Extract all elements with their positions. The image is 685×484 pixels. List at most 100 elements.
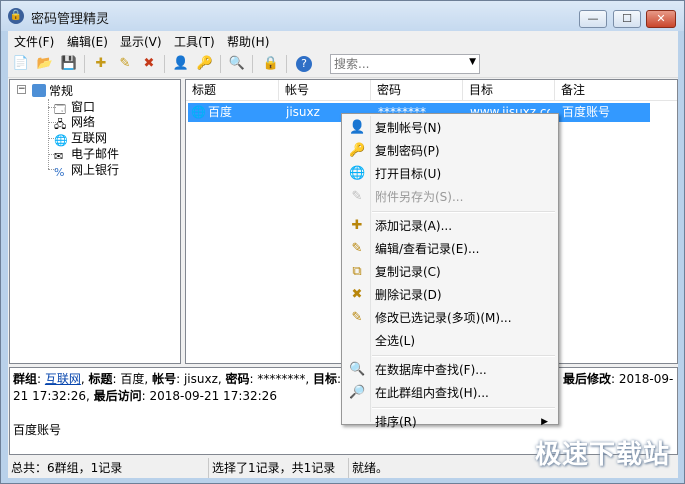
context-menu-label: 复制密码(P)	[375, 144, 440, 158]
globe-icon: 🌐	[349, 166, 366, 181]
menu-file[interactable]: 文件(F)	[14, 33, 54, 50]
menu-separator	[372, 407, 555, 409]
copy-password-icon[interactable]: 🔑	[196, 55, 214, 73]
minimize-button[interactable]: —	[579, 10, 607, 28]
title-label: 标题	[88, 372, 113, 386]
account-label: 帐号	[152, 372, 177, 386]
group-tree: − 常规 🗔 窗口 🖧 网络 🌐 互联网 ✉ 电子邮件 % 网上银行	[9, 79, 181, 364]
close-button[interactable]: ✕	[646, 10, 676, 28]
submenu-arrow-icon: ▶	[541, 417, 548, 427]
context-menu-item[interactable]: ✎ 编辑/查看记录(E)...	[344, 238, 556, 260]
context-menu-item[interactable]: 全选(L)	[344, 330, 556, 352]
list-header: 标题 帐号 密码 目标 备注	[186, 80, 677, 101]
tree-node-network[interactable]: 🖧 网络	[54, 113, 95, 131]
key-delete-icon: ✖	[351, 287, 363, 302]
paperclip-icon: ✎	[351, 189, 363, 204]
context-menu-item[interactable]: ⧉ 复制记录(C)	[344, 261, 556, 283]
context-menu-label: 复制记录(C)	[375, 265, 441, 279]
tree-node-label: 常规	[49, 84, 74, 98]
context-menu-label: 在此群组内查找(H)...	[375, 386, 489, 400]
context-menu-item[interactable]: 🔍 在数据库中查找(F)...	[344, 359, 556, 381]
tree-node-root[interactable]: 常规	[32, 82, 73, 99]
context-menu-label: 添加记录(A)...	[375, 219, 453, 233]
add-entry-icon[interactable]: ✚	[92, 55, 110, 73]
tree-collapse-toggle[interactable]: −	[17, 85, 26, 94]
edit-entry-icon[interactable]: ✎	[116, 55, 134, 73]
lock-app-icon: 🔒	[8, 8, 24, 24]
menu-bar: 文件(F) 编辑(E) 显示(V) 工具(T) 帮助(H)	[8, 31, 678, 51]
menu-edit[interactable]: 编辑(E)	[67, 33, 108, 50]
toolbar: 📄 📂 💾 ✚ ✎ ✖ 👤 🔑 🔍 🔒 ? ▼	[8, 51, 678, 78]
context-menu-item[interactable]: 排序(R) ▶	[344, 411, 556, 433]
search-icon: 🔍	[349, 362, 366, 377]
menu-view[interactable]: 显示(V)	[120, 33, 162, 50]
last-modified-value-cont: 21 17:32:26	[13, 389, 86, 403]
context-menu-item[interactable]: 👤 复制帐号(N)	[344, 117, 556, 139]
column-note[interactable]: 备注	[555, 80, 677, 100]
search-page-icon: 🔎	[349, 385, 366, 400]
context-menu-item[interactable]: ✎ 修改已选记录(多项)(M)...	[344, 307, 556, 329]
status-selected: 选择了1记录，共1记录	[209, 458, 349, 478]
context-menu-label: 编辑/查看记录(E)...	[375, 242, 480, 256]
find-icon[interactable]: 🔍	[228, 55, 246, 73]
row-title: 百度	[208, 105, 233, 119]
tree-node-label: 网上银行	[71, 163, 120, 177]
context-menu-label: 附件另存为(S)...	[375, 190, 464, 204]
last-access-value: 2018-09-21 17:32:26	[149, 389, 277, 403]
column-password[interactable]: 密码	[371, 80, 463, 100]
last-modified-value: 2018-09-	[618, 372, 674, 386]
search-box[interactable]: ▼	[330, 54, 480, 74]
context-menu-item[interactable]: 🔎 在此群组内查找(H)...	[344, 382, 556, 404]
account-value: jisuxz	[183, 372, 218, 386]
watermark: 极速下载站	[534, 440, 670, 470]
toolbar-separator	[220, 55, 221, 73]
menu-tools[interactable]: 工具(T)	[174, 33, 215, 50]
toolbar-separator	[286, 55, 287, 73]
title-value: 百度	[120, 372, 145, 386]
password-label: 密码	[225, 372, 250, 386]
last-modified-label: 最后修改	[563, 372, 612, 386]
key-multi-icon: ✎	[351, 310, 363, 325]
tree-node-bank[interactable]: % 网上银行	[54, 161, 119, 179]
maximize-button[interactable]: ☐	[613, 10, 641, 28]
tree-node-label: 窗口	[71, 100, 96, 114]
lock-icon[interactable]: 🔒	[262, 55, 280, 73]
context-menu-label: 排序(R)	[375, 415, 417, 429]
window-title: 密码管理精灵	[31, 12, 110, 27]
column-account[interactable]: 帐号	[279, 80, 371, 100]
target-label: 目标	[313, 372, 338, 386]
context-menu-item[interactable]: ✚ 添加记录(A)...	[344, 215, 556, 237]
column-title[interactable]: 标题	[186, 80, 279, 100]
context-menu-item[interactable]: 🌐 打开目标(U)	[344, 163, 556, 185]
menu-help[interactable]: 帮助(H)	[227, 33, 269, 50]
context-menu-label: 在数据库中查找(F)...	[375, 363, 487, 377]
context-menu-item[interactable]: ✎ 附件另存为(S)...	[344, 186, 556, 208]
chevron-down-icon[interactable]: ▼	[469, 57, 476, 67]
last-modified: 最后修改: 2018-09-	[563, 372, 674, 386]
context-menu-label: 复制帐号(N)	[375, 121, 442, 135]
context-menu-label: 打开目标(U)	[375, 167, 442, 181]
key-edit-icon: ✎	[351, 241, 363, 256]
new-file-icon[interactable]: 📄	[12, 55, 30, 73]
context-menu-label: 修改已选记录(多项)(M)...	[375, 311, 512, 325]
context-menu-label: 删除记录(D)	[375, 288, 442, 302]
context-menu-item[interactable]: 🔑 复制密码(P)	[344, 140, 556, 162]
save-icon[interactable]: 💾	[60, 55, 78, 73]
context-menu-item[interactable]: ✖ 删除记录(D)	[344, 284, 556, 306]
network-icon: 🖧	[54, 118, 67, 131]
copy-user-icon[interactable]: 👤	[172, 55, 190, 73]
tree-node-label: 电子邮件	[71, 147, 120, 161]
help-icon[interactable]: ?	[296, 56, 312, 72]
delete-entry-icon[interactable]: ✖	[140, 55, 158, 73]
group-link[interactable]: 互联网	[45, 372, 81, 386]
open-folder-icon[interactable]: 📂	[36, 55, 54, 73]
menu-separator	[372, 355, 555, 357]
column-target[interactable]: 目标	[463, 80, 555, 100]
context-menu-label: 全选(L)	[375, 334, 416, 348]
toolbar-separator	[84, 55, 85, 73]
title-bar: 🔒 密码管理精灵 — ☐ ✕	[1, 1, 684, 31]
password-value: ********	[257, 372, 306, 386]
search-input[interactable]	[334, 56, 460, 72]
toolbar-separator	[252, 55, 253, 73]
app-window: 🔒 密码管理精灵 — ☐ ✕ 文件(F) 编辑(E) 显示(V) 工具(T) 帮…	[0, 0, 685, 484]
